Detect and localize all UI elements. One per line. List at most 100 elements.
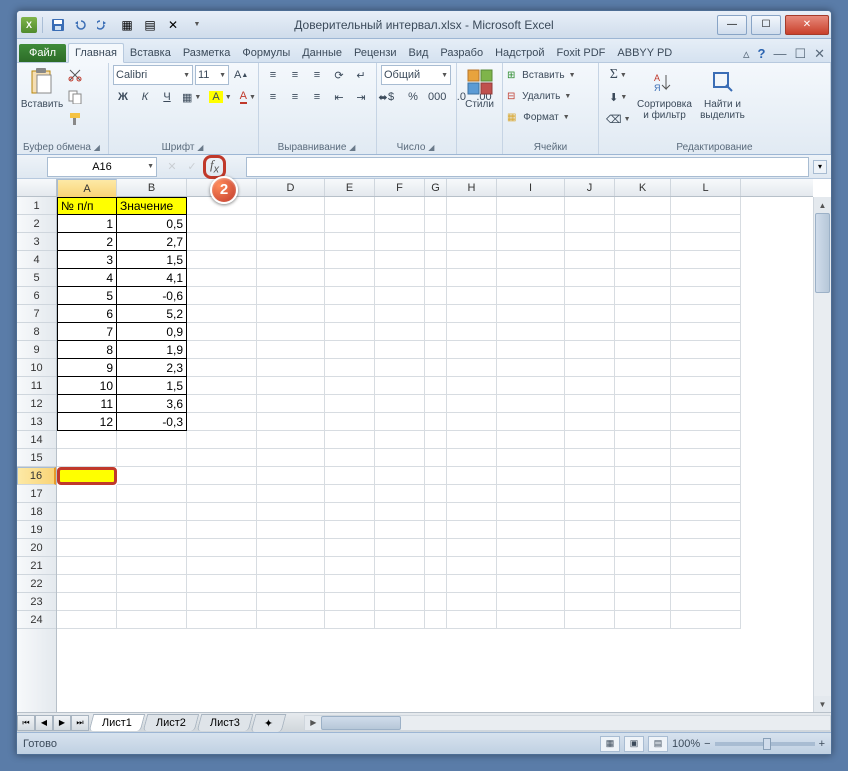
cell-E21[interactable] [325,557,375,575]
fill-button[interactable]: ⬇▼ [603,87,634,107]
cell-D3[interactable] [257,233,325,251]
number-format-select[interactable]: Общий▼ [381,65,451,85]
cell-K13[interactable] [615,413,671,431]
cell-F22[interactable] [375,575,425,593]
cell-F20[interactable] [375,539,425,557]
cell-J21[interactable] [565,557,615,575]
doc-close-icon[interactable]: ✕ [814,46,825,62]
cell-E1[interactable] [325,197,375,215]
row-header-15[interactable]: 15 [17,449,56,467]
fill-color-button[interactable]: A▼ [206,87,234,107]
cell-D16[interactable] [257,467,325,485]
cell-I9[interactable] [497,341,565,359]
row-header-1[interactable]: 1 [17,197,56,215]
align-center[interactable]: ≡ [285,87,305,107]
cell-H7[interactable] [447,305,497,323]
zoom-level[interactable]: 100% [672,738,700,750]
cell-D12[interactable] [257,395,325,413]
qat-save[interactable] [48,15,68,35]
cell-B24[interactable] [117,611,187,629]
cell-I10[interactable] [497,359,565,377]
cell-D18[interactable] [257,503,325,521]
cell-A1[interactable]: № п/п [57,197,117,215]
cell-A16[interactable]: 1 [57,467,117,485]
sheet-tab-2[interactable]: Лист2 [143,714,200,731]
align-bottom[interactable]: ≡ [307,65,327,85]
cell-A7[interactable]: 6 [57,305,117,323]
cell-C14[interactable] [187,431,257,449]
cell-C24[interactable] [187,611,257,629]
cell-B20[interactable] [117,539,187,557]
cell-F18[interactable] [375,503,425,521]
file-tab[interactable]: Файл [19,44,66,62]
cell-A10[interactable]: 9 [57,359,117,377]
cell-F2[interactable] [375,215,425,233]
zoom-out[interactable]: − [704,738,710,750]
cell-D17[interactable] [257,485,325,503]
cell-L3[interactable] [671,233,741,251]
cell-A8[interactable]: 7 [57,323,117,341]
cell-G17[interactable] [425,485,447,503]
sort-filter-button[interactable]: AЯ Сортировка и фильтр [636,65,694,121]
underline-button[interactable]: Ч [157,87,177,107]
cell-A23[interactable] [57,593,117,611]
cell-C21[interactable] [187,557,257,575]
cell-A4[interactable]: 3 [57,251,117,269]
tab-addins[interactable]: Надстрой [489,44,550,62]
cell-L18[interactable] [671,503,741,521]
cell-K1[interactable] [615,197,671,215]
row-header-16[interactable]: 16 [17,467,56,485]
cell-D6[interactable] [257,287,325,305]
cut-button[interactable] [65,65,85,85]
cell-K2[interactable] [615,215,671,233]
cell-I11[interactable] [497,377,565,395]
tab-nav-first[interactable]: ⏮ [17,715,35,731]
cell-A13[interactable]: 12 [57,413,117,431]
row-header-2[interactable]: 2 [17,215,56,233]
cell-G5[interactable] [425,269,447,287]
tab-data[interactable]: Данные [296,44,348,62]
tab-nav-last[interactable]: ⏭ [71,715,89,731]
cell-H23[interactable] [447,593,497,611]
cell-L2[interactable] [671,215,741,233]
cell-J18[interactable] [565,503,615,521]
cell-B11[interactable]: 1,5 [117,377,187,395]
cell-B15[interactable] [117,449,187,467]
row-header-8[interactable]: 8 [17,323,56,341]
cell-C22[interactable] [187,575,257,593]
cell-G9[interactable] [425,341,447,359]
cell-A14[interactable] [57,431,117,449]
cell-K17[interactable] [615,485,671,503]
expand-formula-bar[interactable]: ▾ [813,160,827,174]
cell-K9[interactable] [615,341,671,359]
cell-B6[interactable]: -0,6 [117,287,187,305]
orientation[interactable]: ⟳ [329,65,349,85]
cell-B13[interactable]: -0,3 [117,413,187,431]
cell-F5[interactable] [375,269,425,287]
cell-B3[interactable]: 2,7 [117,233,187,251]
cell-E8[interactable] [325,323,375,341]
cell-B22[interactable] [117,575,187,593]
cell-J22[interactable] [565,575,615,593]
column-header-G[interactable]: G [425,179,447,196]
cell-G10[interactable] [425,359,447,377]
cell-G23[interactable] [425,593,447,611]
view-normal[interactable]: ▦ [600,736,620,752]
cell-E4[interactable] [325,251,375,269]
cell-F19[interactable] [375,521,425,539]
cell-L14[interactable] [671,431,741,449]
cell-I4[interactable] [497,251,565,269]
cell-F4[interactable] [375,251,425,269]
cell-E11[interactable] [325,377,375,395]
cell-H12[interactable] [447,395,497,413]
cell-K5[interactable] [615,269,671,287]
cell-B7[interactable]: 5,2 [117,305,187,323]
cell-H6[interactable] [447,287,497,305]
qat-redo[interactable] [94,15,114,35]
cell-L22[interactable] [671,575,741,593]
cell-B16[interactable] [117,467,187,485]
cell-L21[interactable] [671,557,741,575]
cell-F17[interactable] [375,485,425,503]
column-header-B[interactable]: B [117,179,187,196]
doc-minimize-icon[interactable]: — [773,46,786,62]
